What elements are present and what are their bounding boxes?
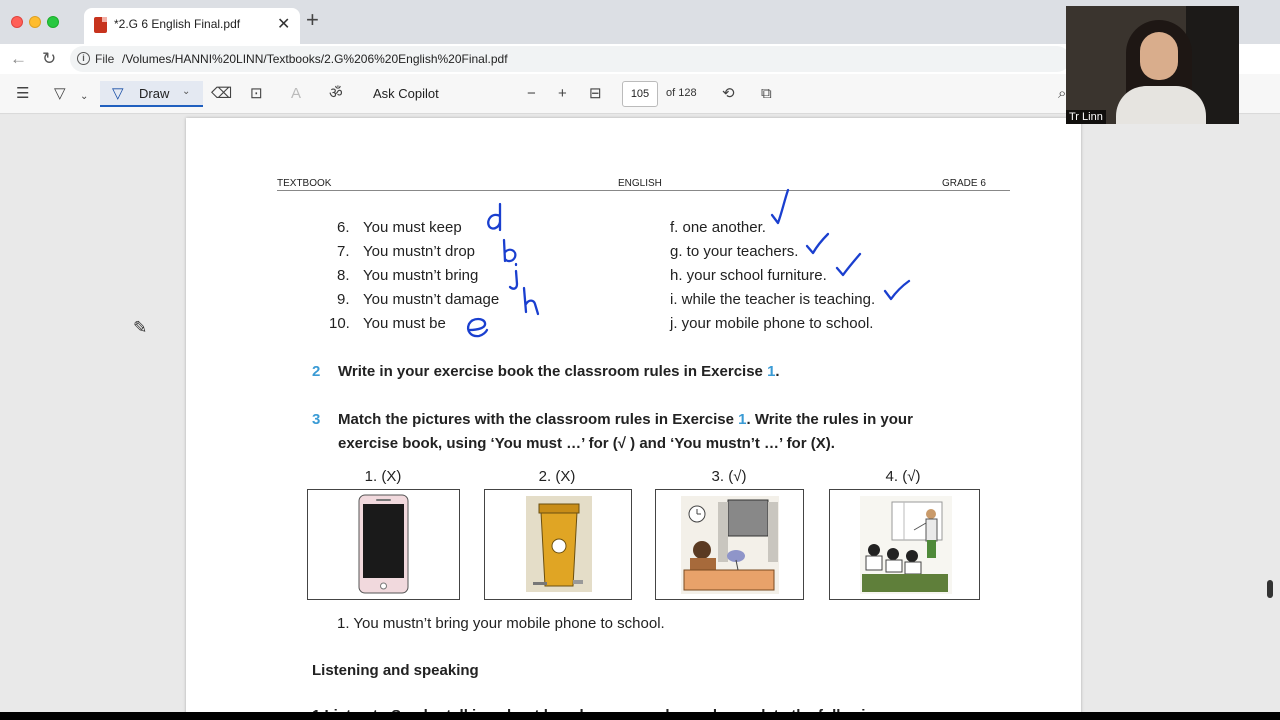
trash-bin-icon [526, 496, 592, 592]
student-at-desk-icon [681, 496, 779, 594]
rule-text: You must keep [363, 219, 462, 236]
picture-trash-bin [484, 489, 632, 600]
rule-text: You mustn’t damage [363, 291, 500, 308]
rotate-icon[interactable]: ⟲ [722, 85, 735, 103]
exercise-number: 2 [312, 363, 321, 380]
presenter-face [1140, 32, 1178, 80]
rule-match: h. your school furniture. [670, 267, 827, 284]
header-divider [277, 190, 1010, 191]
ask-copilot-button[interactable]: Ask Copilot [373, 86, 439, 101]
rule-match: f. one another. [670, 219, 766, 236]
pdf-file-icon [94, 17, 107, 33]
check-mark [805, 232, 830, 255]
page-number-input[interactable]: 105 [622, 81, 658, 107]
handwriting-answer-d [487, 202, 502, 232]
rule-match: j. your mobile phone to school. [670, 315, 874, 332]
webcam-overlay: Tr Linn [1066, 6, 1239, 124]
rule-match: g. to your teachers. [670, 243, 799, 260]
pencil-cursor-icon: ✎ [133, 318, 148, 337]
exercise-3-instruction-line2: exercise book, using ‘You must …’ for (√… [338, 435, 835, 452]
teacher-class-icon [860, 496, 952, 594]
new-tab-button[interactable]: + [306, 9, 319, 31]
zoom-in-button[interactable]: + [558, 85, 567, 103]
picture-caption: 4. (√) [885, 468, 921, 485]
rule-number: 10. [329, 315, 350, 332]
url-field[interactable]: i File /Volumes/HANNI%20LINN/Textbooks/2… [70, 46, 1070, 72]
page-view-icon[interactable]: ⧉ [761, 85, 772, 103]
info-icon[interactable]: i [77, 52, 90, 65]
picture-caption: 2. (X) [538, 468, 576, 485]
header-center: ENGLISH [618, 178, 662, 189]
screen-bottom-edge [0, 712, 1280, 720]
eraser-icon[interactable]: ⌫ [211, 85, 232, 103]
picture-student-at-desk [655, 489, 804, 600]
chevron-down-icon[interactable]: ⌄ [182, 86, 190, 97]
rule-number: 9. [337, 291, 350, 308]
section-title: Listening and speaking [312, 662, 479, 679]
minimize-window-button[interactable] [29, 16, 41, 28]
presenter-name: Tr Linn [1066, 110, 1106, 124]
page-total: of 128 [666, 87, 697, 99]
back-arrow-icon[interactable]: ← [10, 49, 27, 69]
chevron-down-icon[interactable]: ⌄ [80, 88, 88, 106]
rule-text: You mustn’t bring [363, 267, 479, 284]
text-box-icon[interactable]: ⊡ [250, 85, 263, 103]
exercise-2-instruction: Write in your exercise book the classroo… [338, 363, 780, 380]
read-aloud-icon[interactable]: ॐ [329, 85, 343, 103]
exercise-3-instruction-line1: Match the pictures with the classroom ru… [338, 411, 913, 428]
tab-title: *2.G 6 English Final.pdf [114, 17, 241, 31]
reload-icon[interactable]: ↻ [42, 49, 56, 69]
rule-text: You mustn’t drop [363, 243, 476, 260]
scrollbar-thumb[interactable] [1267, 580, 1273, 598]
check-mark [835, 252, 862, 277]
pdf-page: TEXTBOOK ENGLISH GRADE 6 6. You must kee… [186, 118, 1081, 720]
presenter-body [1116, 86, 1206, 124]
maximize-window-button[interactable] [47, 16, 59, 28]
handwriting-answer-j [508, 262, 519, 290]
draw-label: Draw [139, 86, 170, 101]
check-mark [883, 279, 911, 301]
picture-teacher-class [829, 489, 980, 600]
pdf-viewer[interactable]: TEXTBOOK ENGLISH GRADE 6 6. You must kee… [0, 115, 1280, 720]
example-answer: 1. You mustn’t bring your mobile phone t… [337, 615, 665, 632]
handwriting-answer-b [502, 238, 517, 263]
highlight-icon[interactable]: ▽ [54, 85, 66, 103]
rule-number: 6. [337, 219, 350, 236]
rule-match: i. while the teacher is teaching. [670, 291, 876, 308]
draw-button[interactable]: ▽ Draw ⌄ [100, 81, 203, 107]
url-scheme: File [95, 52, 115, 66]
handwriting-answer-h [522, 286, 540, 316]
exercise-number: 3 [312, 411, 321, 428]
check-mark [770, 188, 790, 225]
text-format-icon[interactable]: A [291, 85, 301, 103]
picture-caption: 1. (X) [364, 468, 402, 485]
tab-close-icon[interactable]: ✕ [277, 14, 290, 34]
rule-number: 8. [337, 267, 350, 284]
contents-list-icon[interactable]: ☰ [16, 85, 29, 103]
fit-page-icon[interactable]: ⊟ [589, 85, 602, 103]
mobile-phone-icon [358, 494, 409, 594]
browser-tab[interactable]: *2.G 6 English Final.pdf ✕ [84, 8, 300, 44]
picture-caption: 3. (√) [711, 468, 747, 485]
draw-pen-icon: ▽ [112, 85, 124, 102]
rule-text: You must be [363, 315, 446, 332]
close-window-button[interactable] [11, 16, 23, 28]
url-path[interactable]: /Volumes/HANNI%20LINN/Textbooks/2.G%206%… [122, 52, 508, 66]
zoom-out-button[interactable]: − [527, 85, 536, 103]
header-left: TEXTBOOK [277, 178, 332, 189]
picture-mobile-phone [307, 489, 460, 600]
header-right: GRADE 6 [942, 178, 986, 189]
handwriting-answer-e [467, 317, 489, 338]
rule-number: 7. [337, 243, 350, 260]
